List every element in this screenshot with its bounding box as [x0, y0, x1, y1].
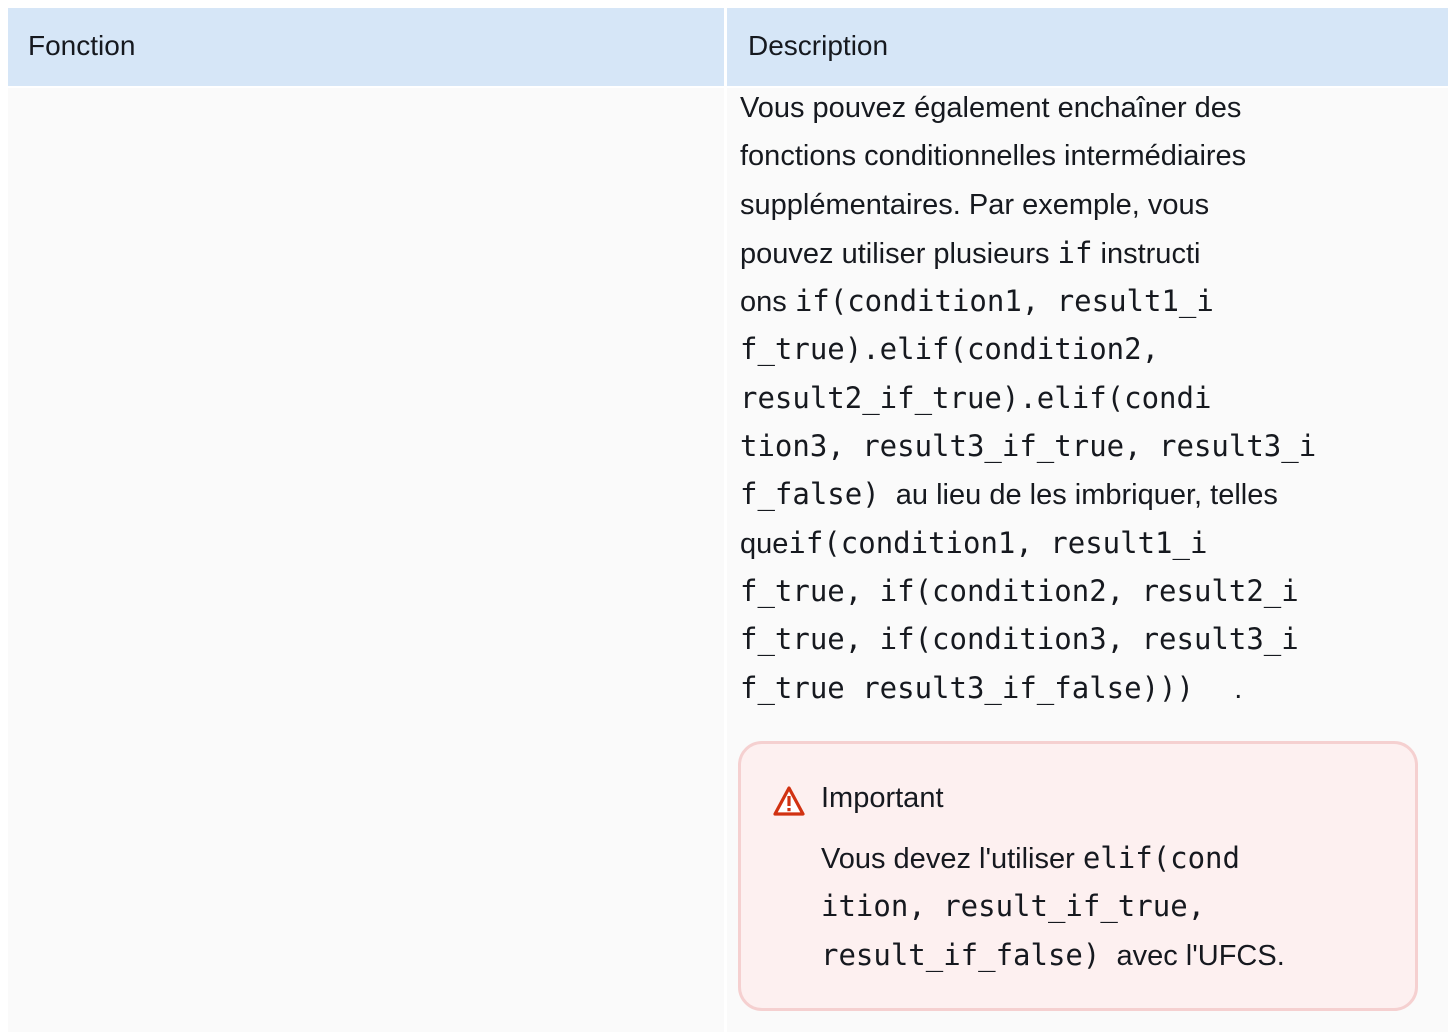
- cell-fonction: [8, 88, 724, 1032]
- description-line: pouvez utiliser plusieurs if instructi: [740, 229, 1380, 277]
- inline-code: tion3, result3_if_true, result3_i: [740, 429, 1317, 464]
- inline-code: elif(cond: [1082, 841, 1240, 875]
- text-segment: supplémentaires. Par exemple, vous: [740, 188, 1210, 221]
- text-segment: fonctions conditionnelles intermédiaires: [740, 140, 1247, 173]
- description-line: result2_if_true).elif(condi: [740, 374, 1380, 422]
- description-line: Vous pouvez également enchaîner des: [740, 84, 1380, 132]
- inline-code: f_false): [740, 477, 880, 512]
- inline-code: result2_if_true).elif(condi: [740, 380, 1212, 415]
- inline-code: f_true, if(condition3, result3_i: [740, 622, 1299, 657]
- text-segment: au lieu de les imbriquer, telles: [879, 479, 1278, 512]
- description-line: f_false) au lieu de les imbriquer, telle…: [740, 470, 1380, 518]
- text-segment: ons: [740, 286, 795, 319]
- text-segment: Vous devez l'utiliser: [821, 843, 1083, 875]
- text-segment: que: [740, 527, 789, 560]
- header-fonction: Fonction: [28, 30, 136, 61]
- important-callout: Important Vous devez l'utiliser elif(con…: [738, 741, 1418, 1011]
- warning-icon: [773, 786, 805, 816]
- callout-line: Vous devez l'utiliser elif(cond: [821, 834, 1285, 882]
- inline-code: if: [1057, 235, 1093, 270]
- description-line: queif(condition1, result1_i: [740, 519, 1380, 567]
- description-line: fonctions conditionnelles intermédiaires: [740, 132, 1380, 180]
- inline-code: if(condition1, result1_i: [788, 525, 1208, 560]
- text-segment: pouvez utiliser plusieurs: [740, 237, 1058, 270]
- callout-body: Vous devez l'utiliser elif(cond ition, re…: [821, 834, 1285, 979]
- description-line: ons if(condition1, result1_i: [740, 277, 1380, 325]
- description-text: Vous pouvez également enchaîner des fonct…: [740, 84, 1380, 712]
- text-segment: avec l'UFCS.: [1100, 939, 1285, 972]
- description-line: f_true result3_if_false))) .: [740, 664, 1380, 712]
- callout-title: Important: [821, 782, 944, 814]
- inline-code: f_true result3_if_false))): [740, 670, 1194, 705]
- table-header-row: Fonction Description: [8, 8, 1448, 86]
- header-description: Description: [748, 30, 889, 61]
- text-segment: Vous pouvez également enchaîner des: [740, 92, 1242, 124]
- description-line: tion3, result3_if_true, result3_i: [740, 422, 1380, 470]
- description-line: f_true).elif(condition2,: [740, 325, 1380, 373]
- inline-code: if(condition1, result1_i: [794, 284, 1214, 319]
- description-line: f_true, if(condition2, result2_i: [740, 567, 1380, 615]
- inline-code: result_if_false): [821, 937, 1101, 972]
- inline-code: f_true, if(condition2, result2_i: [740, 573, 1299, 608]
- text-segment: .: [1193, 672, 1243, 705]
- text-segment: instructi: [1092, 237, 1201, 270]
- callout-line: ition, result_if_true,: [821, 882, 1285, 930]
- callout-line: result_if_false) avec l'UFCS.: [821, 931, 1285, 979]
- inline-code: ition, result_if_true,: [821, 889, 1206, 924]
- inline-code: f_true).elif(condition2,: [740, 332, 1160, 367]
- description-line: supplémentaires. Par exemple, vous: [740, 181, 1380, 229]
- description-line: f_true, if(condition3, result3_i: [740, 615, 1380, 663]
